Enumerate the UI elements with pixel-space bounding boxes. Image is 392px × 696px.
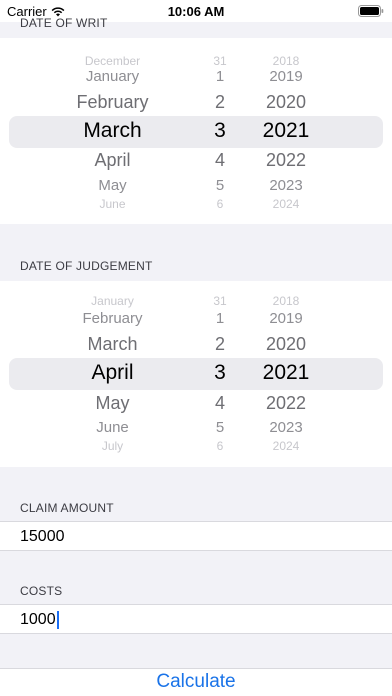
picker-day: 1 (215, 68, 225, 85)
claim-amount-field[interactable]: 15000 (20, 522, 360, 552)
costs-header: COSTS (20, 584, 63, 598)
picker-day: 4 (214, 150, 225, 170)
claim-amount-header: CLAIM AMOUNT (20, 501, 114, 515)
picker-month: January (91, 294, 134, 308)
calculate-button[interactable]: Calculate (0, 671, 392, 693)
claim-amount-value: 15000 (20, 528, 65, 545)
picker-year: 2018 (272, 54, 300, 68)
picker-day: 6 (216, 439, 224, 453)
costs-value: 1000 (20, 611, 56, 628)
picker-month: December (84, 54, 141, 68)
costs-row: 1000 (0, 604, 392, 634)
picker-day: 31 (213, 54, 227, 68)
picker-year: 2020 (265, 334, 307, 354)
bottom-toolbar: Calculate (0, 668, 392, 696)
picker-day: 5 (215, 419, 225, 436)
picker-month: May (95, 393, 130, 413)
picker-day: 31 (213, 294, 227, 308)
picker-selection-highlight (9, 116, 383, 148)
date-of-judgement-picker[interactable]: January 31 2018 February 1 2019 March 2 … (0, 281, 392, 467)
battery-icon (358, 5, 384, 17)
picker-month: July (101, 439, 124, 453)
date-of-writ-picker[interactable]: December 31 2018 January 1 2019 February… (0, 38, 392, 224)
picker-day: 4 (214, 393, 225, 413)
picker-month: June (99, 197, 126, 211)
picker-month: February (82, 310, 143, 327)
picker-year: 2024 (272, 439, 300, 453)
date-of-writ-header: DATE OF WRIT (20, 16, 108, 30)
picker-day: 1 (215, 310, 225, 327)
picker-year: 2023 (269, 177, 303, 194)
picker-year: 2020 (265, 92, 307, 112)
picker-month: June (96, 419, 129, 436)
costs-field[interactable]: 1000 (20, 605, 360, 635)
claim-amount-row: 15000 (0, 521, 392, 551)
picker-selection-highlight (9, 358, 383, 390)
picker-day: 2 (214, 92, 225, 112)
date-of-judgement-header: DATE OF JUDGEMENT (20, 259, 153, 273)
picker-year: 2019 (269, 68, 303, 85)
picker-year: 2023 (269, 419, 303, 436)
text-cursor (56, 611, 59, 629)
picker-year: 2018 (272, 294, 300, 308)
picker-month: April (94, 150, 131, 170)
picker-day: 5 (215, 177, 225, 194)
picker-year: 2022 (265, 150, 307, 170)
picker-day: 2 (214, 334, 225, 354)
picker-month: May (98, 177, 127, 194)
picker-month: February (76, 92, 149, 112)
picker-year: 2022 (265, 393, 307, 413)
picker-month: March (87, 334, 138, 354)
picker-year: 2019 (269, 310, 303, 327)
picker-year: 2024 (272, 197, 300, 211)
picker-month: January (85, 68, 140, 85)
picker-day: 6 (216, 197, 224, 211)
